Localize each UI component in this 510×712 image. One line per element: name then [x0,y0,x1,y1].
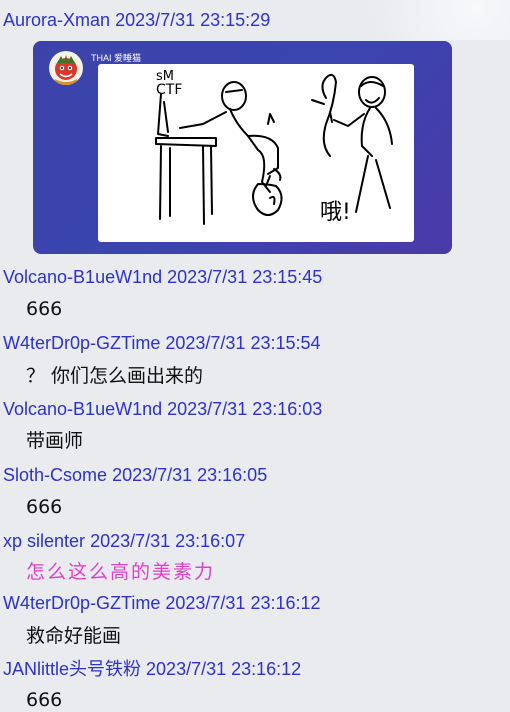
timestamp: 2023/7/31 23:16:12 [146,659,302,679]
timestamp: 2023/7/31 23:16:12 [165,593,321,613]
author-name[interactable]: Sloth-Csome [3,465,107,485]
message-header: W4terDr0p-GZTime 2023/7/31 23:15:54 [3,332,321,354]
message-text: ？ 你们怎么画出来的 [26,365,204,387]
timestamp: 2023/7/31 23:15:29 [115,10,271,30]
author-name[interactable]: Aurora-Xman [3,10,110,30]
message-header: Sloth-Csome 2023/7/31 23:16:05 [3,464,267,486]
author-name[interactable]: xp silenter [3,531,85,551]
sketch-text-exclaim: 哦! [320,200,351,225]
author-name[interactable]: Volcano-B1ueW1nd [3,399,162,419]
card-avatar [49,51,83,85]
timestamp: 2023/7/31 23:15:54 [165,333,321,353]
author-name[interactable]: W4terDr0p-GZTime [3,593,160,613]
timestamp: 2023/7/31 23:15:45 [167,267,323,287]
message-header: W4terDr0p-GZTime 2023/7/31 23:16:12 [3,592,321,614]
message-header: xp silenter 2023/7/31 23:16:07 [3,530,245,552]
message-header: JANlittle头号铁粉 2023/7/31 23:16:12 [3,658,301,680]
message-text: 救命好能画 [26,625,122,647]
timestamp: 2023/7/31 23:16:05 [112,465,268,485]
timestamp: 2023/7/31 23:16:07 [90,531,246,551]
message-header: Aurora-Xman 2023/7/31 23:15:29 [3,9,270,31]
message-text: 666 [26,496,63,518]
card-label: THAI 爱睡猫 [91,53,142,63]
message-text: 怎么这么高的美素力 [26,561,216,583]
background-decoration [330,0,510,40]
sketch-canvas: sM CTF 哦! [98,64,414,242]
message-header: Volcano-B1ueW1nd 2023/7/31 23:16:03 [3,398,322,420]
message-text: 带画师 [26,430,84,452]
timestamp: 2023/7/31 23:16:03 [167,399,323,419]
shared-image[interactable]: THAI 爱睡猫 sM CTF 哦! [33,41,452,254]
message-text: 666 [26,689,63,711]
sketch-drawing: sM CTF 哦! [155,69,393,225]
author-name[interactable]: W4terDr0p-GZTime [3,333,160,353]
message-text: 666 [26,298,63,320]
message-header: Volcano-B1ueW1nd 2023/7/31 23:15:45 [3,266,322,288]
author-name[interactable]: JANlittle头号铁粉 [3,659,141,679]
author-name[interactable]: Volcano-B1ueW1nd [3,267,162,287]
